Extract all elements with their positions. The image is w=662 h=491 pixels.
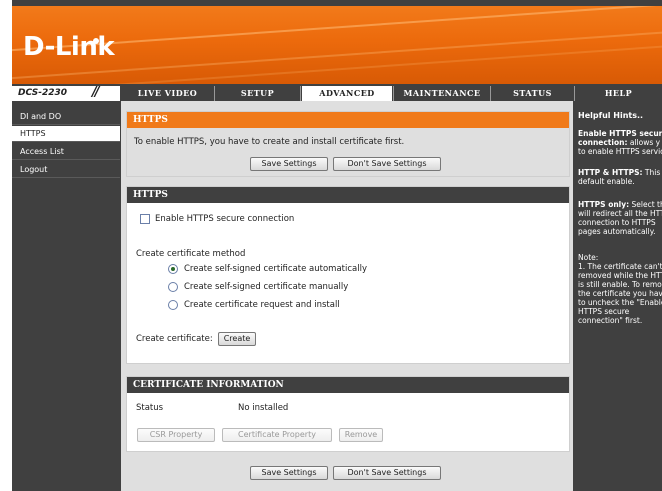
model-slash-icon: //: [92, 85, 99, 100]
help-line-text: HTTPS secure: [578, 307, 630, 316]
logo-dot-icon: [93, 38, 99, 44]
help-line-bold: Enable HTTPS secur: [578, 129, 662, 138]
help-line-bold: connection:: [578, 138, 628, 147]
intro-title: HTTPS: [127, 112, 569, 128]
help-line-text: 1. The certificate can't: [578, 262, 662, 271]
dont-save-settings-button[interactable]: Don't Save Settings: [333, 157, 441, 171]
help-line-text: This: [642, 168, 661, 177]
model-name: DCS-2230: [18, 88, 68, 98]
help-line: pages automatically.: [578, 227, 655, 236]
sidebar-item-di-and-do[interactable]: DI and DO: [12, 109, 120, 125]
help-line: 1. The certificate can't: [578, 262, 662, 271]
tab-status[interactable]: STATUS: [491, 86, 574, 101]
enable-https-label: Enable HTTPS secure connection: [155, 214, 295, 224]
help-line: to enable HTTPS servic: [578, 147, 662, 156]
help-line-bold: HTTP & HTTPS:: [578, 168, 643, 177]
radio-request-and-install[interactable]: [168, 300, 178, 310]
help-line: HTTP & HTTPS: This: [578, 168, 660, 177]
help-line: Enable HTTPS secur: [578, 129, 662, 138]
help-line-text: connection to HTTPS: [578, 218, 656, 227]
help-line: the certificate you have: [578, 289, 662, 298]
tab-help[interactable]: HELP: [575, 86, 662, 101]
help-line-text: to uncheck the "Enable: [578, 298, 662, 307]
help-line-text: to enable HTTPS servic: [578, 147, 662, 156]
tab-divider: [300, 86, 301, 101]
sidebar-item-logout[interactable]: Logout: [12, 162, 120, 178]
status-value: No installed: [238, 403, 289, 413]
help-line-text: the certificate you have: [578, 289, 662, 298]
help-line-text: Select th: [629, 200, 662, 209]
help-line-text: is still enable. To remov: [578, 280, 662, 289]
help-line: connection: allows y: [578, 138, 660, 147]
dlink-logo: D-Link: [23, 32, 115, 62]
status-label: Status: [136, 403, 164, 413]
csr-property-button[interactable]: CSR Property: [137, 428, 215, 442]
https-section-title: HTTPS: [127, 187, 569, 203]
option-request-and-install-label: Create certificate request and install: [184, 300, 340, 310]
help-line: is still enable. To remov: [578, 280, 662, 289]
tab-advanced[interactable]: ADVANCED: [302, 86, 392, 101]
remove-button[interactable]: Remove: [339, 428, 383, 442]
footer-dont-save-settings-button[interactable]: Don't Save Settings: [333, 466, 441, 480]
create-button[interactable]: Create: [218, 332, 256, 346]
help-line: Note:: [578, 253, 598, 262]
radio-self-signed-auto[interactable]: [168, 264, 178, 274]
certificate-property-button[interactable]: Certificate Property: [222, 428, 332, 442]
help-line: removed while the HTTP: [578, 271, 662, 280]
certificate-section-title: CERTIFICATE INFORMATION: [127, 377, 569, 393]
tab-live-video[interactable]: LIVE VIDEO: [121, 86, 214, 101]
help-line-text: allows y: [627, 138, 661, 147]
sidebar-item-https[interactable]: HTTPS: [12, 126, 120, 142]
help-line: default enable.: [578, 177, 635, 186]
help-line-text: removed while the HTTP: [578, 271, 662, 280]
footer-save-settings-button[interactable]: Save Settings: [250, 466, 328, 480]
tab-setup[interactable]: SETUP: [215, 86, 300, 101]
help-line-text: pages automatically.: [578, 227, 656, 236]
help-line: connection to HTTPS: [578, 218, 656, 227]
help-title: Helpful Hints..: [578, 111, 644, 120]
help-line: connection" first.: [578, 316, 642, 325]
help-line-text: will redirect all the HTTP: [578, 209, 662, 218]
radio-self-signed-manual[interactable]: [168, 282, 178, 292]
intro-text: To enable HTTPS, you have to create and …: [134, 137, 405, 147]
help-line-text: Note:: [578, 253, 599, 262]
help-line: HTTPS only: Select th: [578, 200, 662, 209]
help-line: to uncheck the "Enable: [578, 298, 662, 307]
option-self-signed-manual-label: Create self-signed certificate manually: [184, 282, 349, 292]
help-line-bold: HTTPS only:: [578, 200, 630, 209]
enable-https-checkbox[interactable]: [140, 214, 150, 224]
option-self-signed-auto-label: Create self-signed certificate automatic…: [184, 264, 367, 274]
help-line: will redirect all the HTTP: [578, 209, 662, 218]
tab-maintenance[interactable]: MAINTENANCE: [394, 86, 490, 101]
create-method-label: Create certificate method: [136, 249, 246, 259]
save-settings-button[interactable]: Save Settings: [250, 157, 328, 171]
help-line-text: connection" first.: [578, 316, 643, 325]
help-line: HTTPS secure: [578, 307, 629, 316]
model-label: DCS-2230 //: [12, 86, 120, 101]
create-certificate-label: Create certificate:: [136, 334, 213, 344]
sidebar-item-access-list[interactable]: Access List: [12, 144, 120, 160]
help-line-text: default enable.: [578, 177, 635, 186]
